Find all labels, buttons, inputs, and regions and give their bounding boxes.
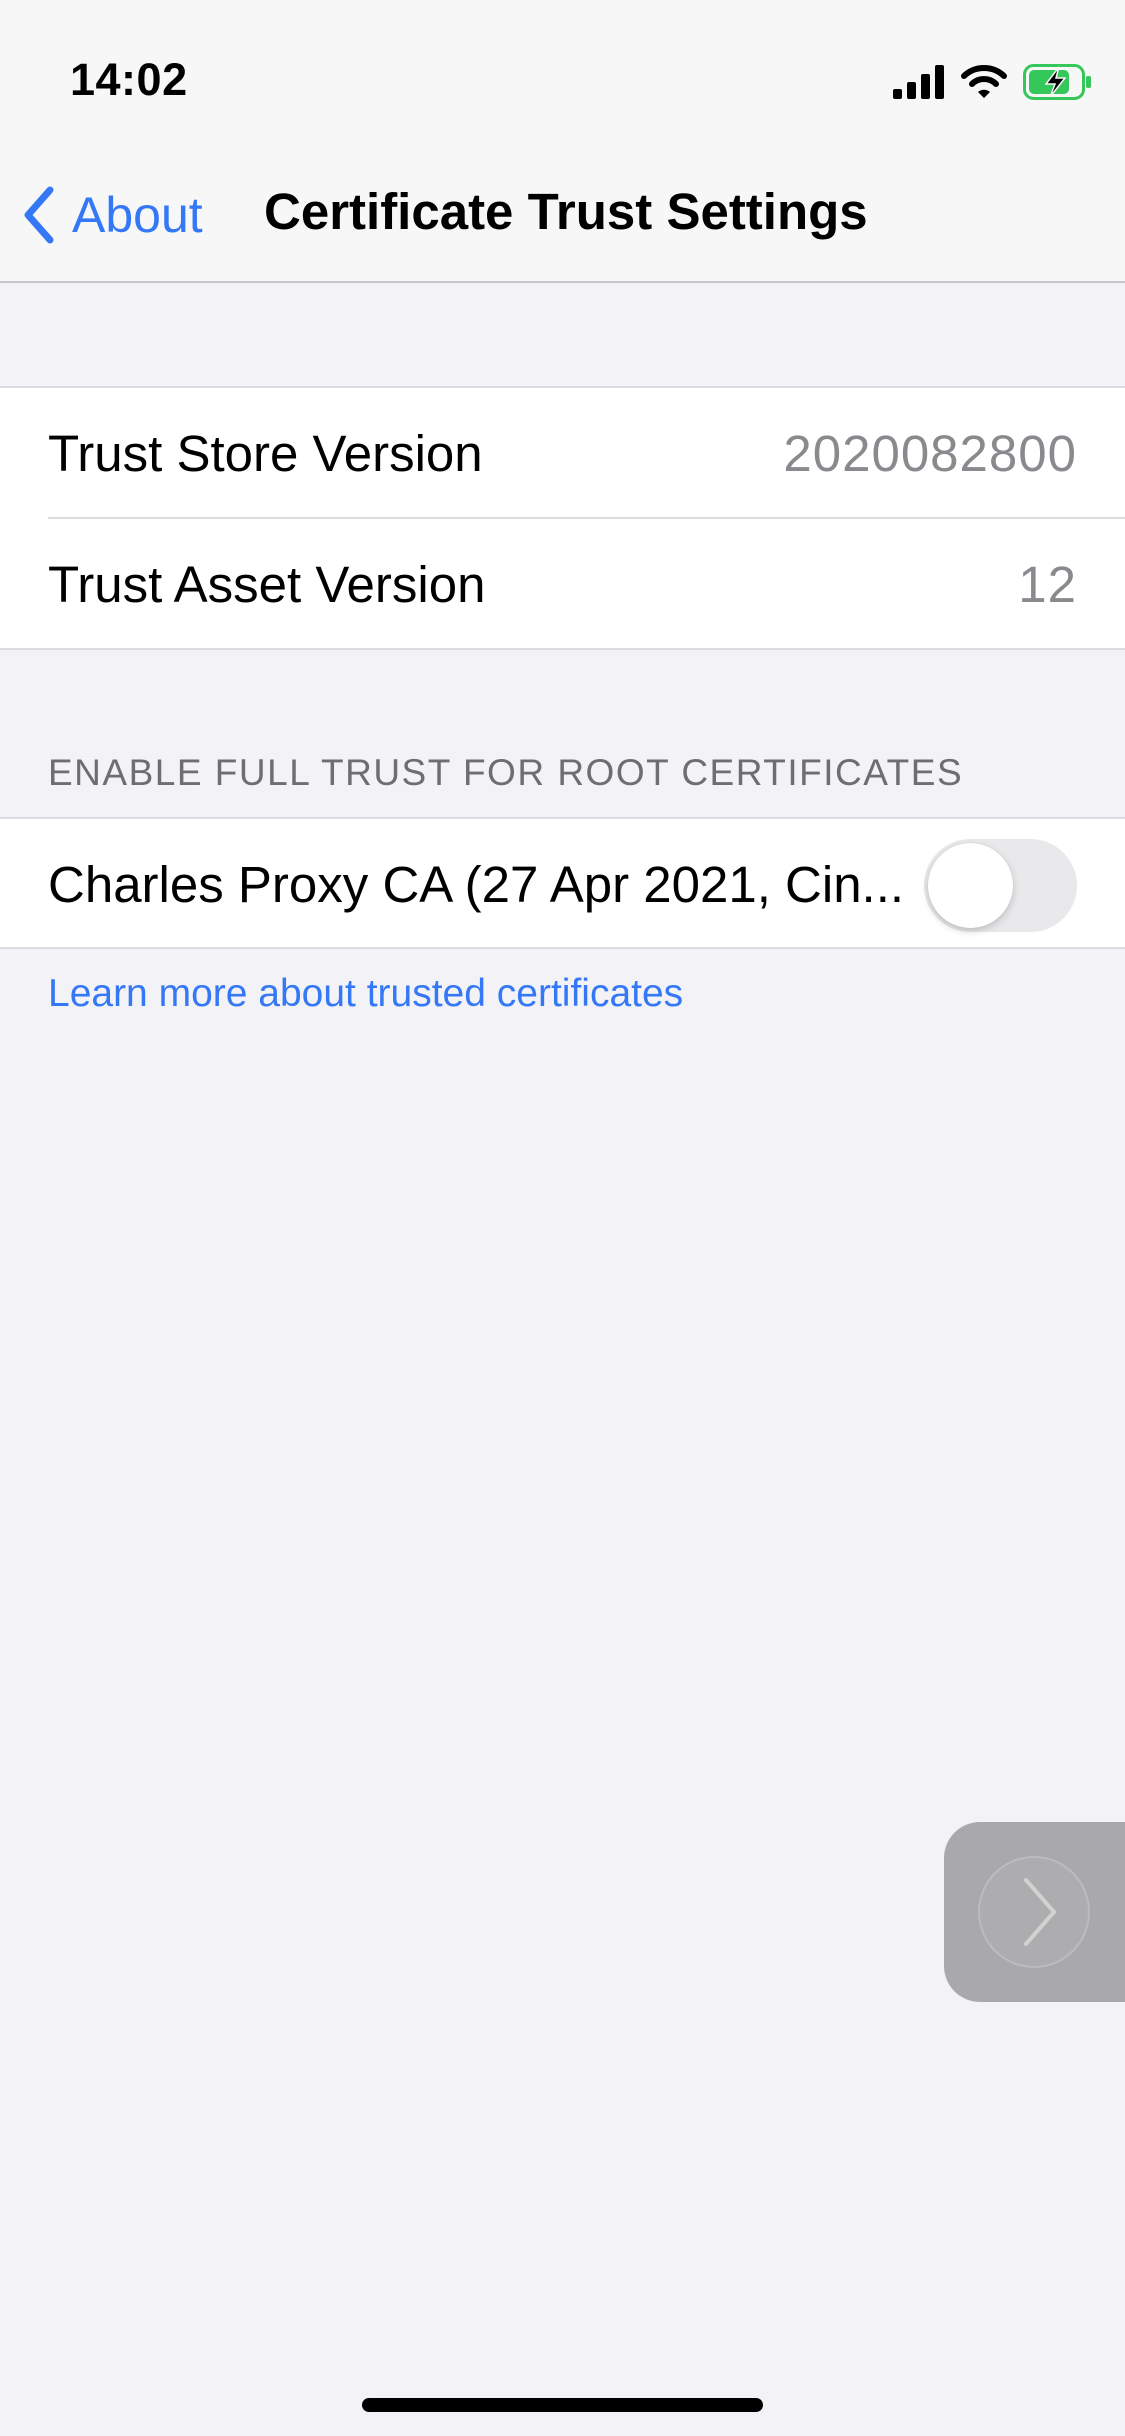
battery-charging-icon xyxy=(1023,64,1091,100)
assistive-touch-button[interactable] xyxy=(944,1822,1125,2002)
page-title: Certificate Trust Settings xyxy=(264,183,868,240)
back-label: About xyxy=(72,187,203,243)
signal-icon xyxy=(893,65,944,99)
chevron-left-icon xyxy=(24,186,54,244)
certificate-row: Charles Proxy CA (27 Apr 2021, Cin... xyxy=(0,819,1125,950)
trust-asset-version-label: Trust Asset Version xyxy=(48,556,486,613)
trust-asset-version-row: Trust Asset Version 12 xyxy=(0,519,1125,650)
status-bar: 14:02 xyxy=(0,0,1125,140)
certificate-trust-toggle[interactable] xyxy=(924,839,1077,932)
status-icons xyxy=(893,60,1093,104)
versions-group: Trust Store Version 2020082800 Trust Ass… xyxy=(0,386,1125,650)
trust-asset-version-value: 12 xyxy=(1018,556,1077,613)
chevron-right-icon xyxy=(1024,1878,1056,1946)
back-button[interactable]: About xyxy=(22,180,203,250)
navigation-bar: About Certificate Trust Settings xyxy=(0,140,1125,283)
learn-more-link[interactable]: Learn more about trusted certificates xyxy=(48,972,683,1016)
home-indicator[interactable] xyxy=(362,2398,763,2412)
root-certificates-group: Charles Proxy CA (27 Apr 2021, Cin... xyxy=(0,817,1125,949)
wifi-icon xyxy=(961,65,1007,98)
trust-store-version-label: Trust Store Version xyxy=(48,425,483,482)
certificate-label: Charles Proxy CA (27 Apr 2021, Cin... xyxy=(48,856,903,913)
toggle-knob xyxy=(928,843,1013,928)
trust-store-version-row: Trust Store Version 2020082800 xyxy=(0,388,1125,519)
trust-store-version-value: 2020082800 xyxy=(783,425,1077,482)
root-certificates-section-header: ENABLE FULL TRUST FOR ROOT CERTIFICATES xyxy=(48,752,964,793)
screen: 14:02 About Certificate Trust Settings T… xyxy=(0,0,1125,2436)
status-time: 14:02 xyxy=(70,54,188,105)
